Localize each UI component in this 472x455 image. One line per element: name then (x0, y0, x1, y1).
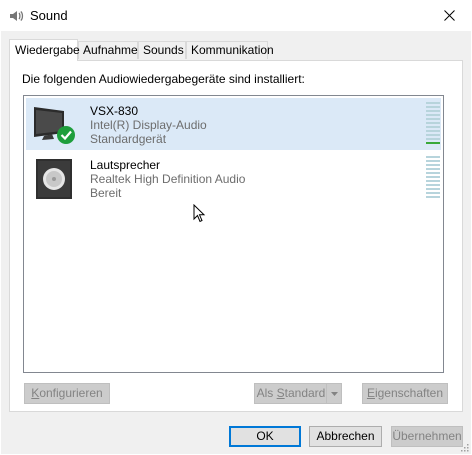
level-meter-segment (426, 160, 440, 162)
ok-button[interactable]: OK (229, 426, 301, 447)
device-item-lautsprecher[interactable]: Lautsprecher Realtek High Definition Aud… (26, 152, 441, 204)
tab-aufnahme[interactable]: Aufnahme (78, 41, 138, 59)
device-status: Standardgerät (90, 132, 167, 146)
configure-button[interactable]: Konfigurieren (24, 383, 110, 404)
level-meter-segment (426, 176, 440, 178)
dialog-client: Wiedergabe Aufnahme Sounds Kommunikation… (1, 31, 471, 454)
level-meter-segment (426, 138, 440, 140)
properties-button[interactable]: Eigenschaften (362, 383, 448, 404)
level-meter-segment (426, 172, 440, 174)
cancel-button-label: Abbrechen (316, 429, 375, 443)
devices-intro-label: Die folgenden Audiowiedergabegeräte sind… (22, 72, 305, 86)
speaker-app-icon (10, 11, 24, 21)
level-meter-segment (426, 102, 440, 104)
cancel-button[interactable]: Abbrechen (309, 426, 382, 447)
properties-button-label: Eigenschaften (366, 386, 444, 400)
device-item-vsx830[interactable]: VSX-830 Intel(R) Display-Audio Standardg… (26, 98, 441, 150)
level-meter-segment (426, 188, 440, 190)
level-meter (426, 156, 440, 198)
close-button[interactable] (426, 0, 472, 31)
device-name: Lautsprecher (90, 158, 161, 172)
ok-button-label: OK (256, 429, 274, 443)
level-meter-segment (426, 126, 440, 128)
set-default-button-label: Als Standard (256, 386, 326, 400)
mouse-cursor-icon (193, 204, 206, 223)
level-meter-segment (426, 180, 440, 182)
device-name: VSX-830 (90, 104, 139, 118)
resize-grip-icon[interactable] (459, 442, 469, 452)
level-meter-segment (426, 196, 440, 198)
level-meter-segment (426, 142, 440, 144)
level-meter-segment (426, 168, 440, 170)
device-status: Bereit (90, 186, 122, 200)
level-meter-segment (426, 134, 440, 136)
speaker-icon (36, 159, 72, 199)
apply-button[interactable]: Übernehmen (391, 426, 463, 447)
level-meter-segment (426, 110, 440, 112)
level-meter (426, 102, 440, 144)
set-default-dropdown[interactable] (326, 384, 341, 403)
monitor-speaker-icon (34, 107, 75, 144)
close-icon (443, 10, 455, 21)
level-meter-segment (426, 122, 440, 124)
device-driver: Intel(R) Display-Audio (90, 118, 207, 132)
level-meter-segment (426, 164, 440, 166)
tab-sounds[interactable]: Sounds (138, 41, 186, 59)
configure-button-label: Konfigurieren (31, 386, 103, 400)
tab-wiedergabe[interactable]: Wiedergabe (9, 39, 80, 61)
set-default-button[interactable]: Als Standard (254, 383, 342, 404)
level-meter-segment (426, 118, 440, 120)
level-meter-segment (426, 130, 440, 132)
apply-button-label: Übernehmen (392, 429, 462, 443)
title-bar: Sound (0, 0, 472, 31)
level-meter-segment (426, 114, 440, 116)
level-meter-segment (426, 192, 440, 194)
tab-kommunikation[interactable]: Kommunikation (186, 41, 274, 59)
level-meter-segment (426, 184, 440, 186)
window-title: Sound (30, 8, 68, 23)
level-meter-segment (426, 106, 440, 108)
level-meter-segment (426, 156, 440, 158)
chevron-down-icon (330, 391, 338, 396)
device-driver: Realtek High Definition Audio (90, 172, 246, 186)
device-list[interactable]: VSX-830 Intel(R) Display-Audio Standardg… (23, 95, 444, 373)
playback-panel: Die folgenden Audiowiedergabegeräte sind… (9, 60, 463, 412)
